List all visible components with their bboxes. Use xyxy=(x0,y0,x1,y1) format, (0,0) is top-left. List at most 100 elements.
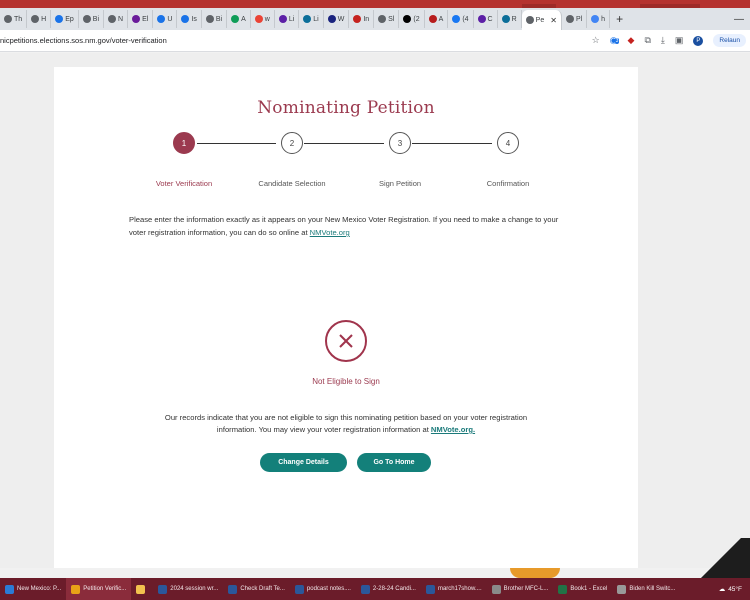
taskbar-item[interactable]: podcast notes.... xyxy=(290,578,356,600)
browser-tab[interactable]: A xyxy=(425,10,449,28)
tab-favicon-icon xyxy=(31,15,40,23)
taskbar-item-label: 2024 session wr... xyxy=(170,586,219,592)
browser-tab[interactable]: U xyxy=(153,10,178,28)
browser-tab[interactable]: W xyxy=(324,10,350,28)
nmvote-status-link[interactable]: NMVote.org. xyxy=(431,425,475,434)
puzzle-icon[interactable]: ⧉ xyxy=(644,35,650,46)
taskbar-item[interactable]: New Mexico: P... xyxy=(0,578,66,600)
tab-favicon-icon xyxy=(327,15,336,23)
browser-tab[interactable]: Ep xyxy=(51,10,79,28)
go-to-home-button[interactable]: Go To Home xyxy=(357,453,431,472)
taskbar-item-label: Petition Verific... xyxy=(83,586,127,592)
taskbar-item[interactable]: Biden Kill Switc... xyxy=(612,578,680,600)
browser-tab[interactable]: Pl xyxy=(562,10,588,28)
tab-favicon-icon xyxy=(452,15,461,23)
step-3-label: Sign Petition xyxy=(378,179,422,188)
tab-label: Pe xyxy=(535,16,545,24)
taskbar-item[interactable]: 2-28-24 Candi... xyxy=(356,578,421,600)
step-1-circle: 1 xyxy=(173,132,195,154)
tab-favicon-icon xyxy=(108,15,117,23)
tab-favicon-icon xyxy=(501,15,510,23)
change-details-button[interactable]: Change Details xyxy=(260,453,347,472)
tab-label: Sl xyxy=(388,15,395,23)
extension-icon[interactable]: ◉ 3 xyxy=(610,35,620,46)
close-tab-icon[interactable]: ✕ xyxy=(550,16,557,25)
toolbar-icons: ☆ ◉ 3 ◆ ⧉ ⤓ ▣ P Relaun xyxy=(592,34,750,47)
app-icon xyxy=(136,584,146,594)
app-icon xyxy=(558,584,568,594)
petition-card: Nominating Petition 1 2 3 4 Voter Verifi… xyxy=(54,67,638,568)
tab-favicon-icon xyxy=(403,15,412,23)
tab-favicon-icon xyxy=(303,15,312,23)
browser-tab[interactable]: Bi xyxy=(202,10,228,28)
taskbar-item-label: podcast notes.... xyxy=(306,586,351,592)
browser-tab[interactable]: Li xyxy=(275,10,300,28)
browser-tab[interactable]: R xyxy=(498,10,522,28)
tab-label: Is xyxy=(191,15,197,23)
browser-tab[interactable]: A xyxy=(227,10,251,28)
app-icon xyxy=(158,584,168,594)
tab-label: Li xyxy=(288,15,295,23)
tab-label: C xyxy=(487,15,493,23)
taskbar-item[interactable]: Petition Verific... xyxy=(66,578,132,600)
shield-extension-icon[interactable]: ◆ xyxy=(628,35,635,46)
browser-tab[interactable]: (4 xyxy=(448,10,474,28)
step-2-circle: 2 xyxy=(281,132,303,154)
bookmark-star-icon[interactable]: ☆ xyxy=(592,35,600,46)
browser-tab[interactable]: In xyxy=(349,10,375,28)
browser-tab[interactable]: h xyxy=(587,10,611,28)
app-icon xyxy=(425,584,435,594)
taskbar-item[interactable] xyxy=(131,578,153,600)
step-4-label: Confirmation xyxy=(486,179,530,188)
tab-favicon-icon xyxy=(205,15,214,23)
app-icon xyxy=(360,584,370,594)
browser-tab[interactable]: Is xyxy=(177,10,202,28)
browser-tab[interactable]: Th xyxy=(0,10,28,28)
stepper: 1 2 3 4 Voter Verification Candidate Sel… xyxy=(54,67,638,197)
profile-avatar[interactable]: P xyxy=(693,35,704,46)
weather-widget[interactable]: ☁ 45°F xyxy=(719,585,750,594)
taskbar-item-label: New Mexico: P... xyxy=(17,586,62,592)
tab-favicon-icon xyxy=(181,15,190,23)
close-icon xyxy=(339,334,353,348)
status-message: Our records indicate that you are not el… xyxy=(146,412,546,436)
tab-favicon-icon xyxy=(525,16,534,24)
browser-tab[interactable]: Bi xyxy=(79,10,105,28)
step-connector xyxy=(197,143,276,144)
address-bar-url[interactable]: nicpetitions.elections.sos.nm.gov/voter-… xyxy=(0,36,592,45)
taskbar-item-label: Book1 - Excel xyxy=(570,586,608,592)
browser-tab[interactable]: Sl xyxy=(374,10,400,28)
nmvote-link[interactable]: NMVote.org xyxy=(310,228,350,237)
tab-favicon-icon xyxy=(565,15,574,23)
minimize-icon[interactable]: — xyxy=(734,14,750,25)
tab-favicon-icon xyxy=(353,15,362,23)
relaunch-button[interactable]: Relaun xyxy=(713,34,746,47)
tab-label: Bi xyxy=(215,15,223,23)
app-icon xyxy=(5,584,14,594)
tab-label: A xyxy=(241,15,246,23)
browser-tab[interactable]: C xyxy=(474,10,498,28)
tab-label: W xyxy=(337,15,345,23)
tab-label: El xyxy=(142,15,149,23)
browser-tab[interactable]: Li xyxy=(299,10,324,28)
not-eligible-icon xyxy=(325,320,367,362)
extension-badge: 3 xyxy=(614,38,620,44)
taskbar-item[interactable]: Book1 - Excel xyxy=(553,578,612,600)
taskbar-item[interactable]: Brother MFC-L... xyxy=(487,578,554,600)
sidepanel-icon[interactable]: ▣ xyxy=(675,35,684,46)
download-icon[interactable]: ⤓ xyxy=(661,35,665,46)
taskbar-item[interactable]: Check Draft Te... xyxy=(223,578,290,600)
tab-label: Th xyxy=(14,15,23,23)
browser-tab[interactable]: El xyxy=(128,10,154,28)
browser-tab[interactable]: w xyxy=(251,10,275,28)
browser-tab[interactable]: (2 xyxy=(399,10,425,28)
tab-label: U xyxy=(167,15,173,23)
desktop-wallpaper-detail xyxy=(510,568,560,578)
taskbar-item[interactable]: march17show.... xyxy=(421,578,487,600)
browser-tab[interactable]: N xyxy=(104,10,129,28)
address-bar-row: nicpetitions.elections.sos.nm.gov/voter-… xyxy=(0,30,750,52)
browser-tab[interactable]: Pe ✕ xyxy=(521,10,562,30)
new-tab-icon[interactable]: + xyxy=(610,12,629,26)
browser-tab[interactable]: H xyxy=(27,10,52,28)
taskbar-item[interactable]: 2024 session wr... xyxy=(153,578,223,600)
